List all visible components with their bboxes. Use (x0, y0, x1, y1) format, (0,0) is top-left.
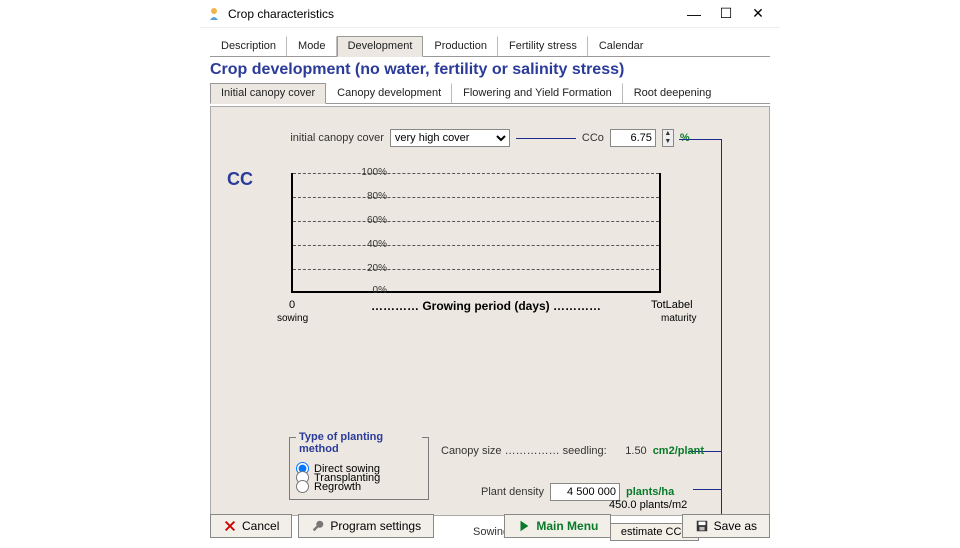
radio-regrowth[interactable]: Regrowth (296, 480, 422, 493)
app-icon (206, 6, 222, 22)
x-left-label: sowing (277, 313, 308, 324)
maximize-button[interactable]: ☐ (710, 2, 742, 26)
close-button[interactable]: ✕ (742, 2, 774, 26)
icc-row: initial canopy cover very high cover CCo… (219, 129, 761, 147)
x-left-value: 0 (289, 299, 295, 311)
save-icon (695, 519, 709, 533)
subtab-initial-canopy-cover[interactable]: Initial canopy cover (210, 83, 326, 104)
canopy-size-value: 1.50 (613, 445, 647, 457)
canopy-size-row: Canopy size …………… seedling: 1.50 cm2/pla… (441, 445, 704, 457)
tab-production[interactable]: Production (423, 36, 498, 56)
play-icon (517, 519, 531, 533)
subtab-flowering-yield[interactable]: Flowering and Yield Formation (452, 83, 623, 103)
cco-input[interactable] (610, 129, 656, 147)
tab-calendar[interactable]: Calendar (588, 36, 654, 56)
content-area: Description Mode Development Production … (200, 28, 780, 522)
cc-chart: CC 100% 80% 60% 40% 20% 0% 0 sowing ………… (219, 169, 761, 319)
ytick-60: 60% (347, 215, 387, 226)
footer-bar: Cancel Program settings Main Menu Save a… (200, 508, 780, 544)
cancel-button[interactable]: Cancel (210, 514, 292, 538)
minimize-button[interactable]: — (678, 2, 710, 26)
development-panel: initial canopy cover very high cover CCo… (210, 106, 770, 516)
subtab-canopy-development[interactable]: Canopy development (326, 83, 452, 103)
sub-tabs: Initial canopy cover Canopy development … (210, 83, 770, 104)
top-tabs: Description Mode Development Production … (210, 36, 770, 57)
canopy-size-label: Canopy size …………… seedling: (441, 445, 607, 457)
canopy-size-unit: cm2/plant (653, 445, 704, 457)
plant-density-label: Plant density (481, 486, 544, 498)
x-right-label: maturity (661, 313, 697, 324)
cancel-icon (223, 519, 237, 533)
save-as-button[interactable]: Save as (682, 514, 770, 538)
window-title: Crop characteristics (228, 7, 678, 21)
icc-label: initial canopy cover (290, 132, 384, 144)
ytick-20: 20% (347, 263, 387, 274)
crop-characteristics-window: Crop characteristics — ☐ ✕ Description M… (200, 0, 780, 548)
page-title: Crop development (no water, fertility or… (210, 61, 770, 79)
cco-spinner[interactable]: ▲▼ (662, 129, 674, 147)
tab-fertility-stress[interactable]: Fertility stress (498, 36, 588, 56)
ytick-0: 0% (347, 285, 387, 296)
wrench-icon (311, 519, 325, 533)
plant-density-unit: plants/ha (626, 486, 674, 498)
cco-unit: % (680, 132, 690, 144)
icc-select[interactable]: very high cover (390, 129, 510, 147)
cc-axis-label: CC (227, 169, 253, 190)
planting-method-group: Type of planting method Direct sowing Tr… (289, 437, 429, 500)
main-menu-button[interactable]: Main Menu (504, 514, 611, 538)
x-title: ………… Growing period (days) ………… (371, 299, 601, 313)
tab-mode[interactable]: Mode (287, 36, 337, 56)
ytick-40: 40% (347, 239, 387, 250)
tab-development[interactable]: Development (337, 36, 424, 57)
radio-regrowth-input[interactable] (296, 480, 309, 493)
planting-method-title: Type of planting method (296, 431, 422, 455)
ytick-80: 80% (347, 191, 387, 202)
x-right-value: TotLabel (651, 299, 693, 311)
subtab-root-deepening[interactable]: Root deepening (623, 83, 722, 103)
ytick-100: 100% (347, 167, 387, 178)
cco-label: CCo (582, 132, 604, 144)
titlebar: Crop characteristics — ☐ ✕ (200, 0, 780, 28)
program-settings-button[interactable]: Program settings (298, 514, 434, 538)
tab-description[interactable]: Description (210, 36, 287, 56)
